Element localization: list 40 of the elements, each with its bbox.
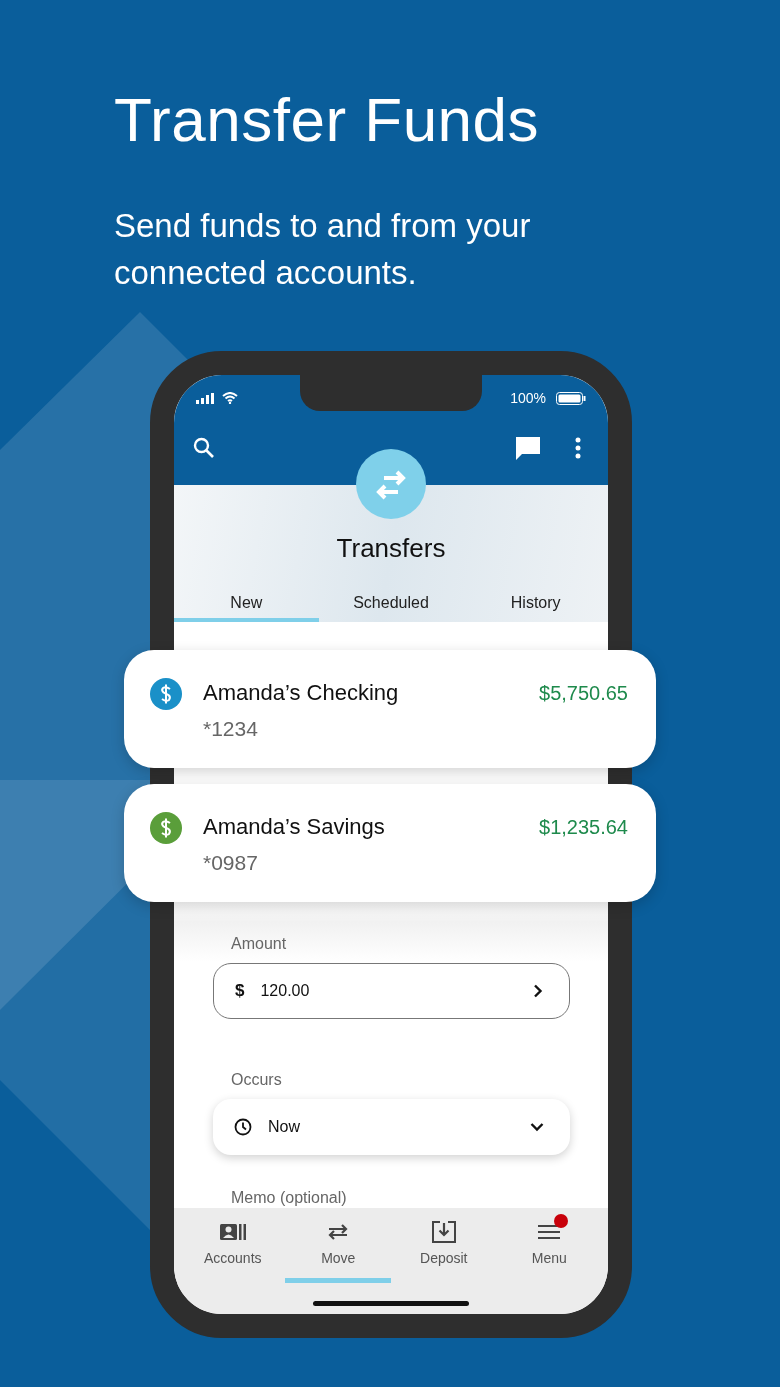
account-card[interactable]: Amanda’s Savings *0987 $1,235.64 bbox=[124, 783, 656, 902]
page-heading: Transfer Funds bbox=[114, 84, 541, 156]
nav-item[interactable]: Move bbox=[285, 1215, 392, 1283]
tab[interactable]: History bbox=[463, 593, 608, 622]
account-name: Amanda’s Checking bbox=[203, 678, 400, 707]
nav-item[interactable]: Deposit bbox=[390, 1215, 497, 1283]
currency-symbol: $ bbox=[235, 980, 245, 1001]
nav-item[interactable]: Menu bbox=[496, 1215, 603, 1283]
amount-field[interactable]: $ 120.00 bbox=[213, 962, 570, 1019]
search-icon[interactable] bbox=[192, 436, 216, 460]
account-name: Amanda’s Savings bbox=[203, 812, 386, 841]
more-icon[interactable] bbox=[574, 437, 582, 459]
tab[interactable]: Scheduled bbox=[318, 593, 464, 622]
swap-arrows-icon bbox=[327, 1223, 350, 1240]
amount-value: 120.00 bbox=[260, 981, 311, 1000]
page-subheading: Send funds to and from your connected accounts. bbox=[114, 206, 532, 293]
account-card[interactable]: Amanda’s Checking *1234 $5,750.65 bbox=[124, 649, 656, 768]
signal-icon bbox=[196, 392, 216, 404]
field-label: Amount bbox=[231, 933, 288, 954]
field-label: Memo (optional) bbox=[231, 1187, 348, 1208]
screen-title: Transfers bbox=[336, 533, 446, 564]
battery-icon bbox=[556, 391, 586, 405]
account-number: *0987 bbox=[203, 849, 259, 876]
id-card-icon bbox=[219, 1223, 246, 1240]
chevron-right-icon bbox=[533, 983, 543, 998]
occurs-dropdown[interactable]: Now bbox=[213, 1098, 570, 1155]
occurs-value: Now bbox=[268, 1117, 301, 1136]
wifi-icon bbox=[222, 392, 238, 404]
field-label: Occurs bbox=[231, 1069, 283, 1090]
account-balance: $1,235.64 bbox=[539, 814, 628, 840]
nav-item[interactable]: Accounts bbox=[179, 1215, 286, 1283]
account-balance: $5,750.65 bbox=[539, 680, 628, 706]
battery-percent: 100% bbox=[510, 390, 546, 406]
menu-icon bbox=[538, 1223, 561, 1240]
deposit-icon bbox=[431, 1220, 456, 1243]
account-number: *1234 bbox=[203, 715, 259, 742]
transfer-icon bbox=[356, 449, 426, 519]
chat-icon[interactable] bbox=[514, 435, 542, 461]
clock-icon bbox=[234, 1117, 252, 1136]
chevron-down-icon bbox=[530, 1121, 544, 1132]
